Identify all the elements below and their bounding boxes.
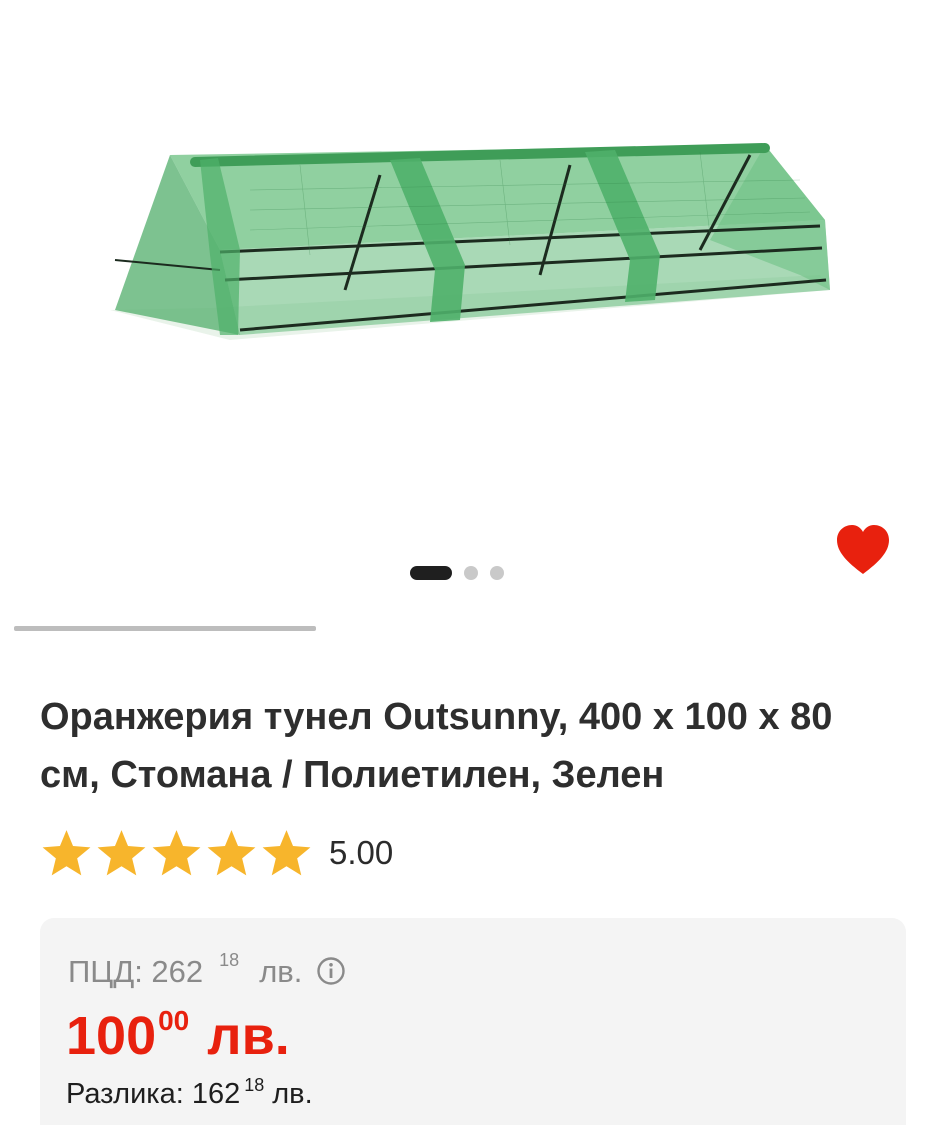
price-difference: Разлика: 162 18 лв. <box>66 1075 313 1111</box>
price-currency: лв. <box>207 1006 290 1066</box>
current-price: 100 00 лв. <box>66 1004 290 1068</box>
star-icon <box>207 830 256 876</box>
rating-stars <box>40 828 313 878</box>
star-icon <box>97 830 146 876</box>
gallery-dot-active[interactable] <box>410 566 452 580</box>
recommended-price: ПЦД: 262 18 лв. <box>68 950 346 990</box>
difference-currency: лв. <box>272 1078 313 1110</box>
difference-decimals: 18 <box>244 1075 265 1095</box>
product-image[interactable] <box>100 130 840 350</box>
rating-value: 5.00 <box>329 834 394 871</box>
rrp-label: ПЦД: 262 <box>68 954 204 989</box>
gallery-dot[interactable] <box>490 566 504 580</box>
rrp-currency: лв. <box>259 954 303 989</box>
difference-label: Разлика: 162 <box>66 1078 241 1110</box>
gallery-pagination <box>410 566 504 580</box>
price-integer: 100 <box>66 1006 157 1066</box>
price-decimals: 00 <box>158 1005 190 1036</box>
rrp-decimals: 18 <box>219 950 240 970</box>
star-icon <box>262 830 311 876</box>
gallery-dot[interactable] <box>464 566 478 580</box>
favorite-heart-icon[interactable] <box>835 524 891 578</box>
info-icon[interactable] <box>316 956 346 986</box>
star-icon <box>152 830 201 876</box>
gallery-scroll-indicator <box>14 626 316 631</box>
price-box: ПЦД: 262 18 лв. 100 00 лв. Разлика: 162 … <box>40 918 906 1125</box>
product-rating[interactable]: 5.00 <box>40 826 393 880</box>
product-gallery[interactable] <box>0 0 933 600</box>
star-icon <box>42 830 91 876</box>
product-title: Оранжерия тунел Outsunny, 400 х 100 х 80… <box>40 696 833 796</box>
